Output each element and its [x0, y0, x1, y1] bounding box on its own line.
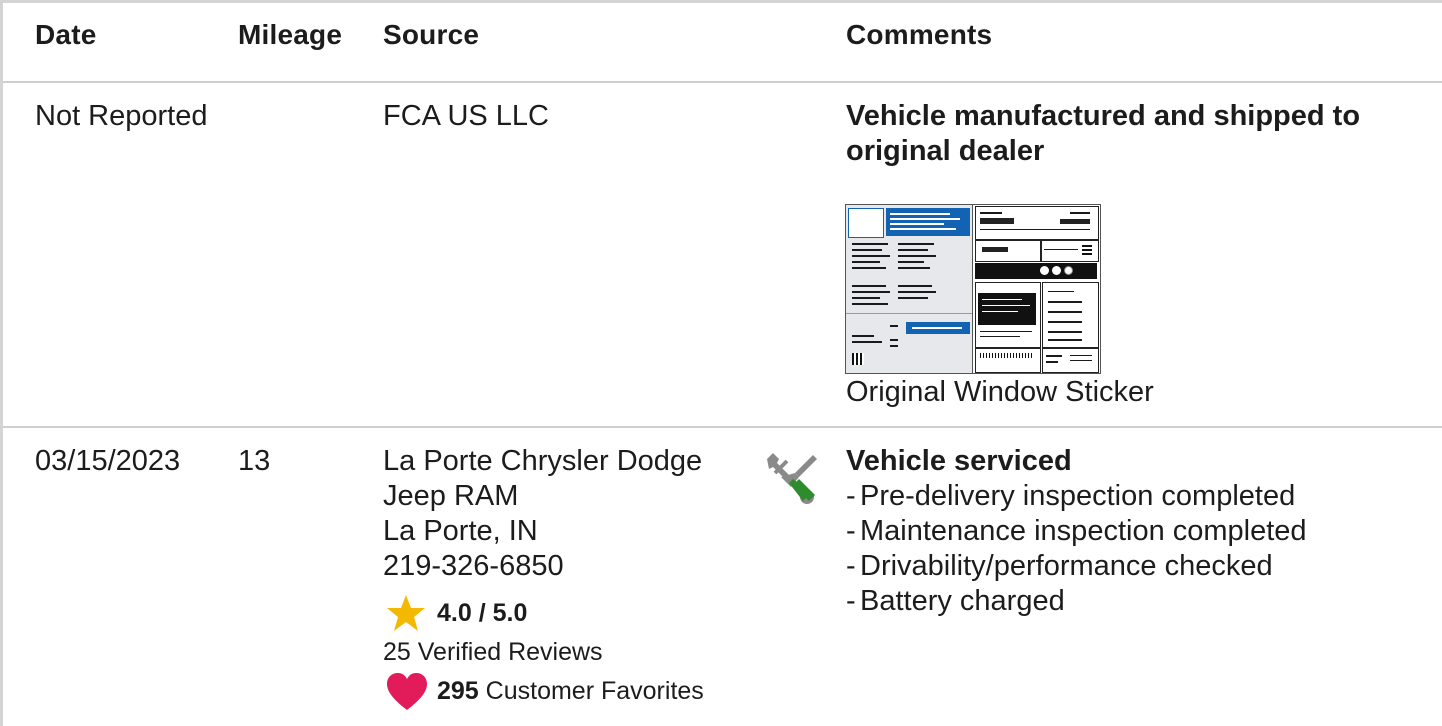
row-1-source: FCA US LLC — [383, 100, 549, 132]
wrench-screwdriver-icon — [763, 449, 819, 505]
window-sticker-link[interactable]: Original Window Sticker — [846, 375, 1154, 410]
row-1-date: Not Reported — [35, 100, 208, 132]
dealer-rating: 4.0 / 5.0 — [437, 599, 528, 627]
column-header-source: Source — [383, 19, 480, 50]
sticker-right-panel — [974, 205, 1100, 373]
column-header-mileage: Mileage — [238, 19, 343, 50]
row-2-comment-title: Vehicle serviced — [846, 445, 1072, 477]
column-header-date: Date — [35, 19, 97, 50]
dealer-phone[interactable]: 219-326-6850 — [383, 549, 702, 584]
row-2-source: La Porte Chrysler Dodge Jeep RAM La Port… — [383, 444, 702, 584]
service-item-text: Drivability/performance checked — [860, 550, 1273, 582]
vehicle-history-table: Date Mileage Source Comments Not Reporte… — [0, 0, 1442, 726]
service-item-text: Pre-delivery inspection completed — [860, 480, 1296, 512]
row-2-date: 03/15/2023 — [35, 445, 181, 477]
service-item: - Pre-delivery inspection completed — [846, 480, 1296, 512]
service-item: - Drivability/performance checked — [846, 550, 1273, 582]
service-item-text: Battery charged — [860, 585, 1065, 617]
customer-favorites: 295 Customer Favorites — [437, 676, 704, 706]
row-2-comments: Vehicle serviced - Pre-delivery inspectio… — [846, 444, 1426, 619]
favorites-label: Customer Favorites — [485, 677, 704, 705]
dealer-reviews-link[interactable]: 25 Verified Reviews — [383, 637, 603, 667]
row-1-comment-title-line-1: Vehicle manufactured and shipped to — [846, 100, 1361, 132]
dealer-name-line-1[interactable]: La Porte Chrysler Dodge — [383, 444, 702, 479]
service-item: - Maintenance inspection completed — [846, 515, 1307, 547]
dealer-name-line-2[interactable]: Jeep RAM — [383, 479, 702, 514]
row-2-mileage: 13 — [238, 445, 271, 477]
row-1-comment-title: Vehicle manufactured and shipped to orig… — [846, 99, 1426, 169]
favorites-count: 295 — [437, 677, 479, 705]
column-header-comments: Comments — [846, 19, 993, 50]
service-item-text: Maintenance inspection completed — [860, 515, 1307, 547]
heart-icon — [386, 672, 428, 712]
header-divider — [3, 81, 1442, 83]
dealer-location: La Porte, IN — [383, 515, 538, 547]
service-item: - Battery charged — [846, 585, 1065, 617]
row-divider — [3, 426, 1442, 428]
row-1-comment-title-line-2: original dealer — [846, 135, 1045, 167]
star-icon — [386, 593, 426, 633]
sticker-left-panel — [846, 205, 973, 373]
window-sticker-thumbnail[interactable] — [845, 204, 1101, 374]
